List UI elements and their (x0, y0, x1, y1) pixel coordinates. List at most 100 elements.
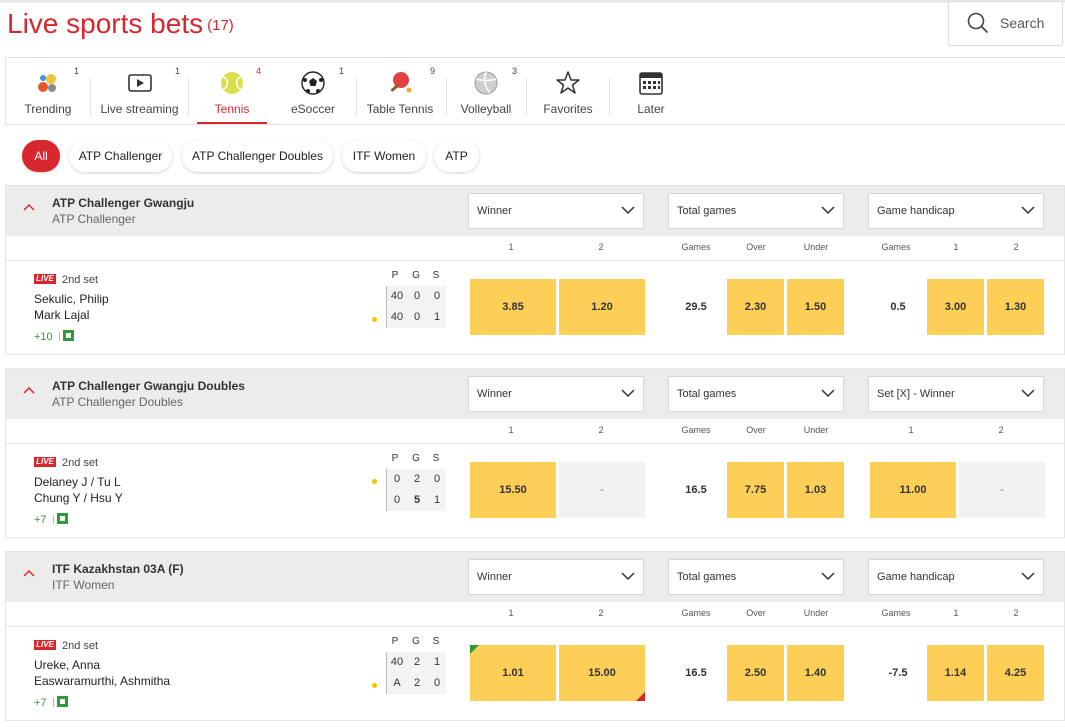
category-esoccer[interactable]: 1 eSoccer (276, 58, 350, 124)
chevron-up-icon[interactable] (23, 386, 35, 394)
category-count: 9 (430, 66, 436, 76)
filter-chip-itf-women[interactable]: ITF Women (342, 140, 426, 172)
play-icon (127, 74, 152, 92)
chevron-down-icon (621, 389, 635, 398)
odds-button[interactable]: 15.00 (559, 645, 645, 701)
more-markets-link[interactable]: +10 (34, 331, 53, 343)
market-select-game-handicap[interactable]: Game handicap (868, 559, 1044, 595)
category-volleyball[interactable]: 3 Volleyball (450, 58, 522, 124)
total-line: 16.5 (685, 667, 707, 679)
odds-button[interactable]: 1.50 (787, 279, 844, 335)
odds-button[interactable]: 1.20 (559, 279, 645, 335)
odds-column-headers: 1 2 Games Over Under Games 1 2 (6, 602, 1064, 627)
category-label: Volleyball (460, 102, 512, 116)
category-later[interactable]: Later (613, 58, 689, 124)
top-border (0, 0, 1065, 3)
event-player-2[interactable]: Easwaramurthi, Ashmitha (34, 674, 170, 688)
live-badge: LIVE (34, 274, 56, 284)
event-player-1[interactable]: Sekulic, Philip (34, 292, 109, 306)
divider (53, 698, 54, 707)
odds-button[interactable]: 3.00 (927, 279, 984, 335)
market-select-total-games[interactable]: Total games (668, 193, 844, 229)
market-select-value: Total games (677, 571, 737, 583)
market-select-winner[interactable]: Winner (468, 376, 644, 412)
odds-button[interactable]: 3.85 (470, 279, 556, 335)
column-header: Games (681, 608, 711, 618)
odds-button[interactable]: 4.25 (987, 645, 1044, 701)
score-points: 40 (390, 656, 404, 668)
search-label: Search (1000, 15, 1045, 31)
odds-button[interactable]: 2.30 (727, 279, 784, 335)
market-select-winner[interactable]: Winner (468, 193, 644, 229)
market-select-winner[interactable]: Winner (468, 559, 644, 595)
league-header: ATP Challenger Gwangju Doubles ATP Chall… (6, 369, 1064, 419)
filter-chip-all[interactable]: All (22, 140, 60, 172)
odds-button-unavailable: - (559, 462, 645, 518)
column-header: 1 (508, 425, 514, 435)
odds-button[interactable]: 1.30 (987, 279, 1044, 335)
live-stream-icon[interactable] (63, 330, 74, 341)
event-player-2[interactable]: Chung Y / Hsu Y (34, 491, 123, 505)
trending-icon (38, 74, 56, 92)
live-stream-icon[interactable] (57, 696, 68, 707)
odds-column-headers: 1 2 Games Over Under Games 1 2 (6, 236, 1064, 261)
category-divider (446, 78, 447, 116)
table-tennis-icon (390, 72, 412, 93)
soccer-ball-icon (301, 71, 325, 95)
total-line: 29.5 (685, 301, 707, 313)
category-divider (609, 78, 610, 116)
column-header: Games (681, 425, 711, 435)
column-header: Over (746, 608, 766, 618)
score-header: P (391, 636, 399, 647)
league-header: ITF Kazakhstan 03A (F) ITF Women Winner … (6, 552, 1064, 602)
odds-button[interactable]: 2.50 (727, 645, 784, 701)
score-header: G (412, 453, 420, 464)
column-header: 1 (508, 242, 514, 252)
odds-button[interactable]: 7.75 (727, 462, 784, 518)
category-favorites[interactable]: Favorites (530, 58, 606, 124)
scoreboard: 40 2 1 A 2 0 (386, 652, 446, 694)
column-header: 2 (598, 242, 604, 252)
odds-button[interactable]: 1.01 (470, 645, 556, 701)
odds-button[interactable]: 11.00 (870, 462, 956, 518)
page-title-count: (17) (207, 17, 234, 34)
score-header: G (412, 270, 420, 281)
market-select-total-games[interactable]: Total games (668, 559, 844, 595)
search-button[interactable]: Search (948, 1, 1063, 46)
column-header: 1 (953, 242, 959, 252)
league-subtitle: ITF Women (52, 578, 115, 592)
market-select-total-games[interactable]: Total games (668, 376, 844, 412)
more-markets-link[interactable]: +7 (34, 514, 47, 526)
filter-chip-atp-challenger-doubles[interactable]: ATP Challenger Doubles (182, 140, 333, 172)
odds-button[interactable]: 1.03 (787, 462, 844, 518)
category-live-streaming[interactable]: 1 Live streaming (91, 58, 188, 124)
filter-chip-atp-challenger[interactable]: ATP Challenger (69, 140, 172, 172)
market-select-game-handicap[interactable]: Game handicap (868, 193, 1044, 229)
event-player-2[interactable]: Mark Lajal (34, 308, 89, 322)
score-header: G (412, 636, 420, 647)
market-select-value: Game handicap (877, 571, 955, 583)
live-badge: LIVE (34, 640, 56, 650)
market-select-set-winner[interactable]: Set [X] - Winner (868, 376, 1044, 412)
odds-button[interactable]: 1.14 (927, 645, 984, 701)
event-player-1[interactable]: Ureke, Anna (34, 658, 100, 672)
filter-chip-atp[interactable]: ATP (434, 140, 479, 172)
serve-indicator (372, 479, 377, 484)
category-table-tennis[interactable]: 9 Table Tennis (360, 58, 440, 124)
score-sets: 1 (433, 656, 441, 668)
column-header: Under (803, 425, 829, 435)
event-player-1[interactable]: Delaney J / Tu L (34, 475, 121, 489)
chevron-up-icon[interactable] (23, 569, 35, 577)
league-name: ATP Challenger Gwangju Doubles (52, 379, 245, 393)
odds-button[interactable]: 15.50 (470, 462, 556, 518)
league-section: ATP Challenger Gwangju ATP Challenger Wi… (5, 185, 1065, 355)
odds-button[interactable]: 1.40 (787, 645, 844, 701)
column-header: Under (803, 242, 829, 252)
category-tennis[interactable]: 4 Tennis (197, 58, 267, 124)
score-header: P (391, 453, 399, 464)
more-markets-link[interactable]: +7 (34, 697, 47, 709)
live-stream-icon[interactable] (57, 513, 68, 524)
category-trending[interactable]: 1 Trending (6, 58, 90, 124)
handicap-line: 0.5 (890, 301, 906, 313)
chevron-up-icon[interactable] (23, 203, 35, 211)
